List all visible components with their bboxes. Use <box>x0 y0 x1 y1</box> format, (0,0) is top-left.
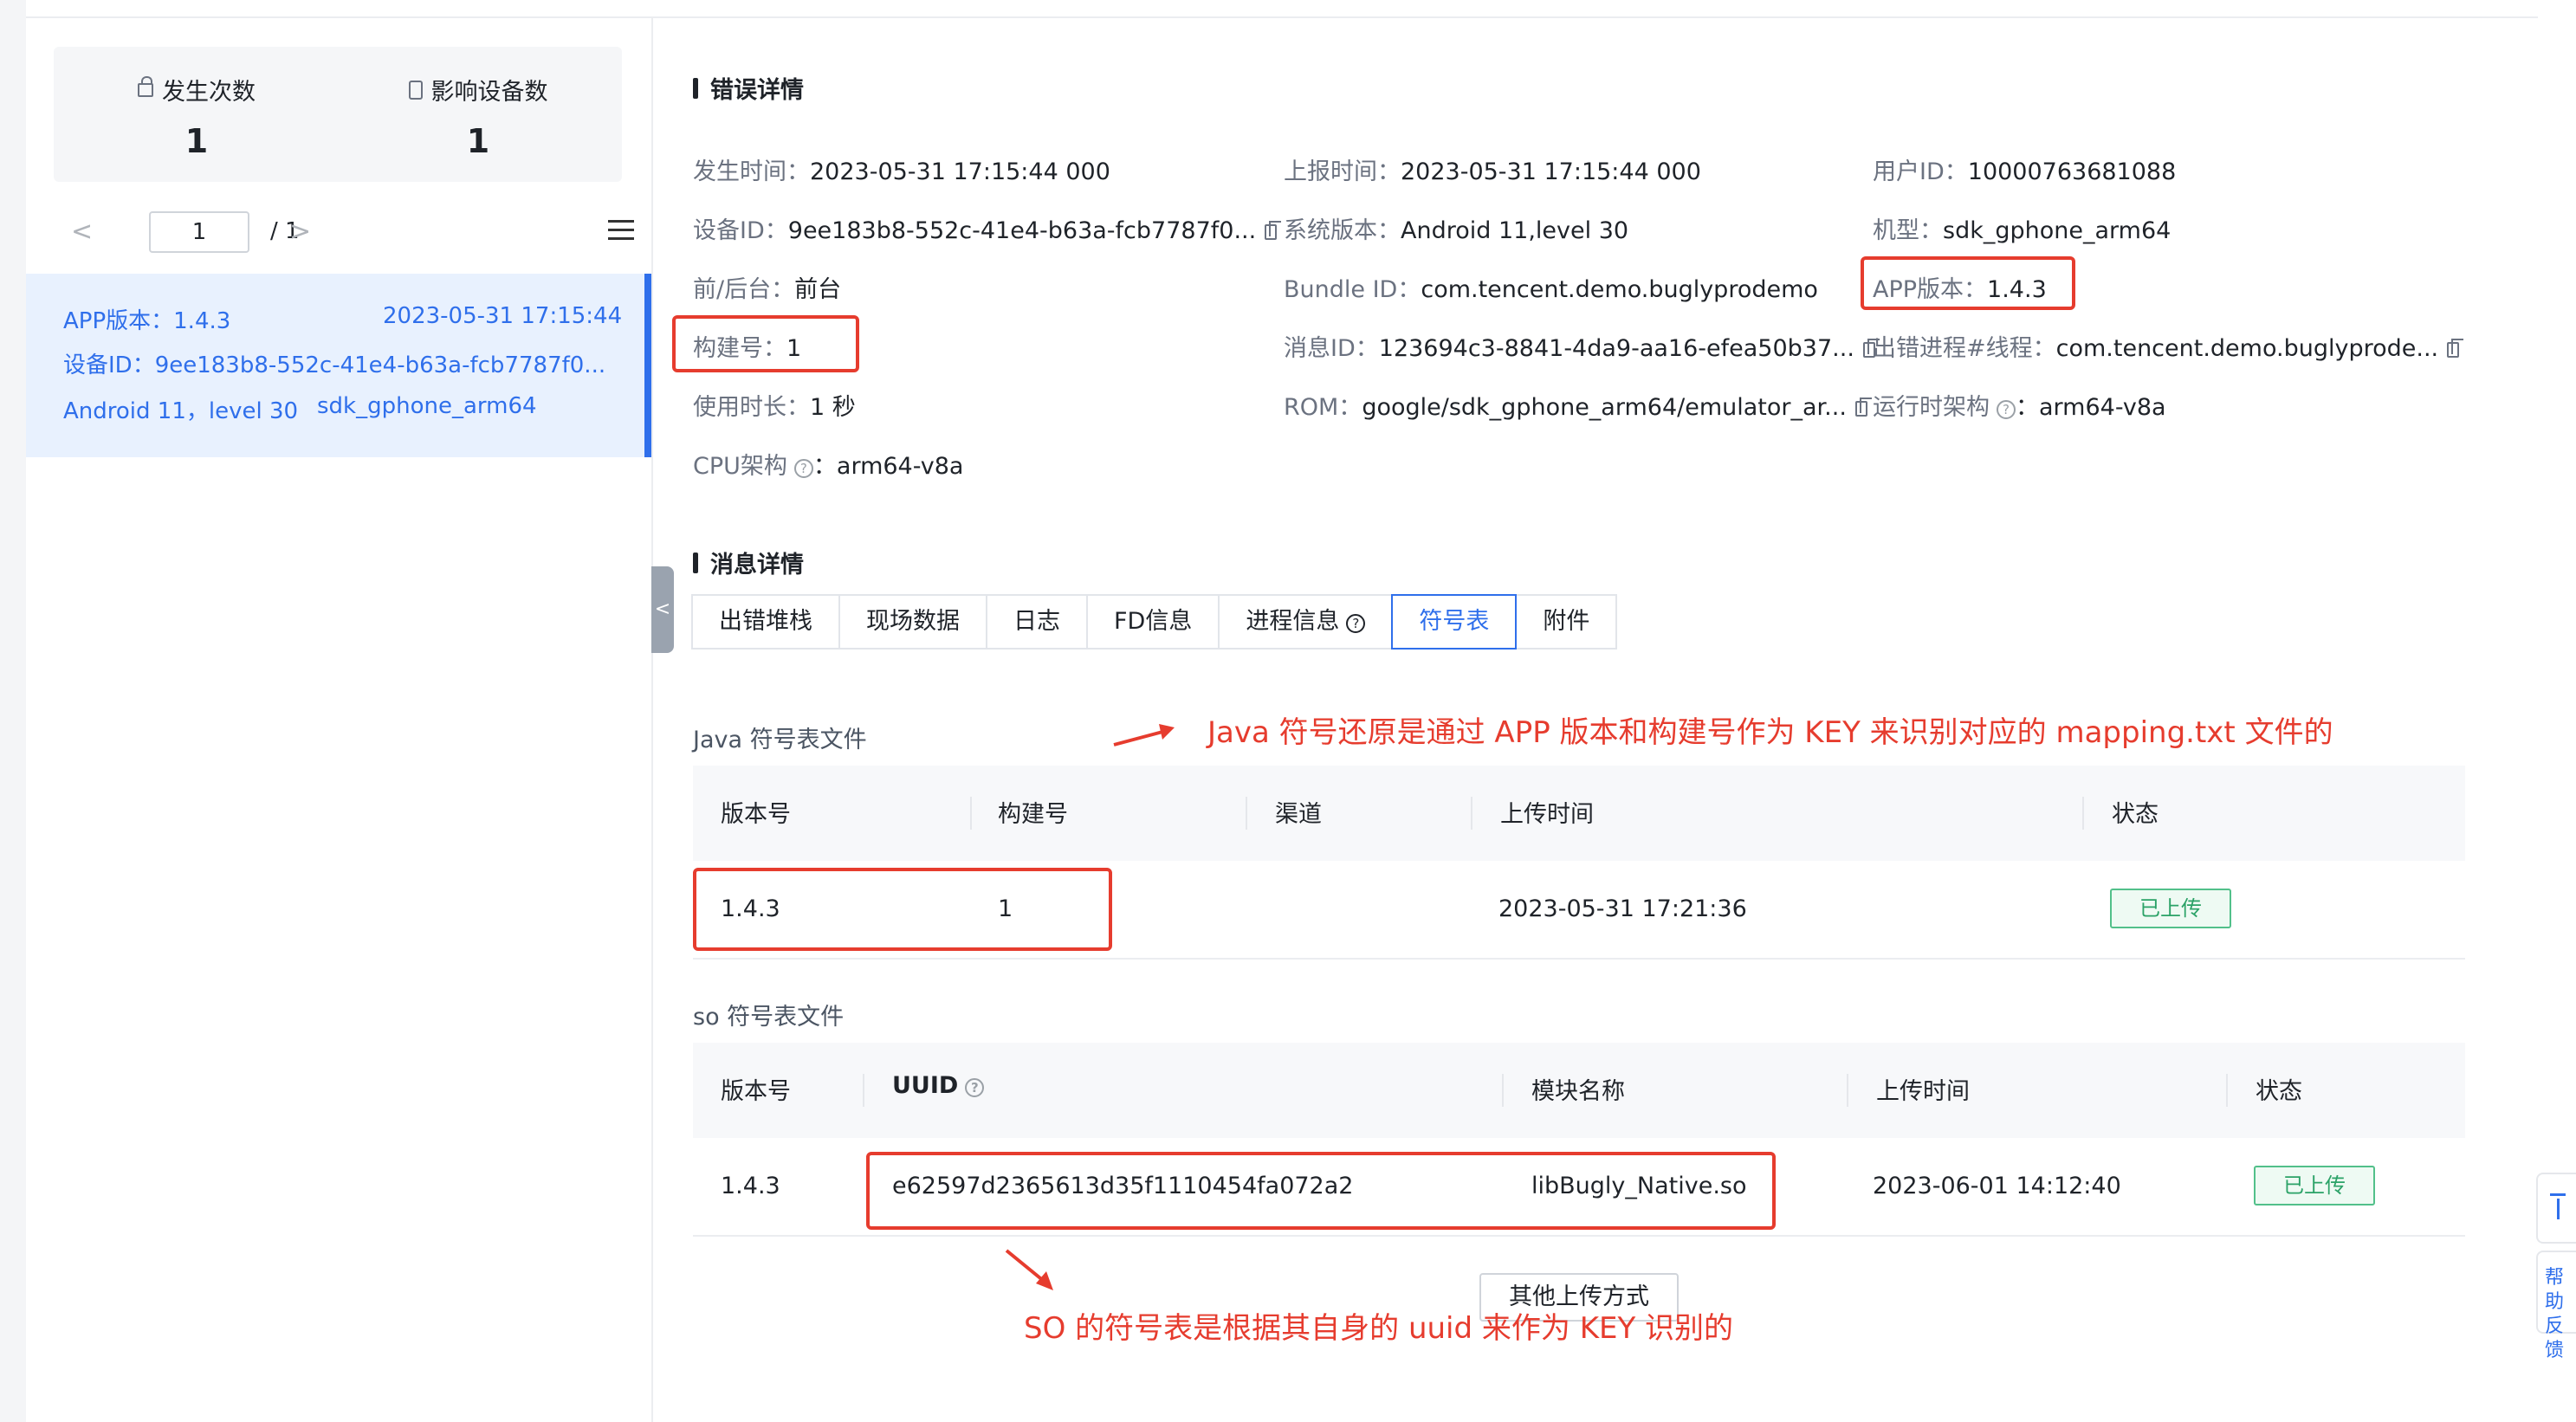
th-version: 版本号 <box>721 801 791 828</box>
th-status: 状态 <box>2256 1078 2302 1105</box>
field-rom: ROM：google/sdk_gphone_arm64/emulator_ar.… <box>1284 388 1872 422</box>
tab-process-info[interactable]: 进程信息? <box>1218 594 1394 650</box>
field-duration: 使用时长：1 秒 <box>693 394 856 421</box>
annotation-arrow-so <box>1005 1249 1053 1290</box>
list-item-crash-record[interactable]: APP版本：1.4.3 2023-05-31 17:15:44 设备ID：9ee… <box>26 274 651 457</box>
cell-version: 1.4.3 <box>721 1173 780 1199</box>
field-os-version: 系统版本：Android 11,level 30 <box>1284 217 1629 244</box>
record-model: sdk_gphone_arm64 <box>317 393 537 419</box>
field-user-id: 用户ID：10000763681088 <box>1873 158 2177 185</box>
record-time: 2023-05-31 17:15:44 <box>383 303 623 329</box>
field-runtime-arch: 运行时架构? ：arm64-v8a <box>1873 394 2166 421</box>
annotation-so: SO 的符号表是根据其自身的 uuid 来作为 KEY 识别的 <box>1024 1311 1734 1346</box>
tab-symbol-table[interactable]: 符号表 <box>1391 594 1518 650</box>
th-build: 构建号 <box>998 801 1068 828</box>
column-separator <box>2082 797 2084 830</box>
stat-value: 1 <box>184 122 209 160</box>
column-separator <box>863 1074 864 1107</box>
annotation-arrow-java <box>1113 724 1175 747</box>
java-table-header: 版本号 构建号 渠道 上传时间 状态 <box>693 766 2465 861</box>
help-icon[interactable]: ? <box>965 1078 985 1097</box>
tab-scene-data[interactable]: 现场数据 <box>838 594 987 650</box>
highlight-build-number <box>672 315 859 372</box>
annotation-java: Java 符号还原是通过 APP 版本和构建号作为 KEY 来识别对应的 map… <box>1207 715 2333 750</box>
record-app-version: APP版本：1.4.3 <box>63 308 231 334</box>
help-icon[interactable]: ? <box>1346 614 1366 633</box>
record-os: Android 11，level 30 <box>63 398 299 424</box>
stat-value: 1 <box>466 122 490 160</box>
pager: < 1 / 1 > <box>54 211 634 255</box>
help-feedback-button[interactable]: 帮助反馈 <box>2536 1251 2576 1361</box>
th-upload-time: 上传时间 <box>1876 1078 1970 1105</box>
th-status: 状态 <box>2112 801 2159 828</box>
list-menu-icon[interactable] <box>608 220 634 241</box>
tab-fd-info[interactable]: FD信息 <box>1086 594 1220 650</box>
next-page-icon[interactable]: > <box>289 217 311 247</box>
highlight-app-version <box>1861 256 2075 310</box>
back-to-top-button[interactable] <box>2536 1173 2576 1244</box>
error-detail-title: 错误详情 <box>693 71 804 105</box>
stat-label: 发生次数 <box>162 79 256 106</box>
th-module: 模块名称 <box>1531 1078 1625 1105</box>
stat-occurrences: 发生次数 1 <box>101 73 292 160</box>
field-cpu-arch: CPU架构? ：arm64-v8a <box>693 453 964 480</box>
arrow-up-icon <box>2550 1193 2566 1219</box>
th-channel: 渠道 <box>1275 801 1322 828</box>
column-separator <box>1471 797 1472 830</box>
column-separator <box>970 797 972 830</box>
copy-icon[interactable] <box>1265 221 1282 240</box>
th-upload-time: 上传时间 <box>1500 801 1594 828</box>
record-device-id: 设备ID：9ee183b8-552c-41e4-b63a-fcb7787f0..… <box>63 352 606 378</box>
cell-upload-time: 2023-06-01 14:12:40 <box>1873 1173 2121 1199</box>
stats-card: 发生次数 1 影响设备数 1 <box>54 47 622 182</box>
th-version: 版本号 <box>721 1078 791 1105</box>
field-model: 机型：sdk_gphone_arm64 <box>1873 217 2171 244</box>
page-input[interactable]: 1 <box>149 211 249 253</box>
copy-icon[interactable] <box>1854 398 1872 417</box>
tab-logs[interactable]: 日志 <box>986 594 1088 650</box>
sidebar-divider <box>651 18 653 1422</box>
column-separator <box>1246 797 1247 830</box>
so-table-header: 版本号 UUID? 模块名称 上传时间 状态 <box>693 1043 2465 1138</box>
phone-icon <box>408 80 423 100</box>
stat-label: 影响设备数 <box>430 79 548 106</box>
message-tabs: 出错堆栈 现场数据 日志 FD信息 进程信息? 符号表 附件 <box>691 594 1618 650</box>
th-uuid: UUID? <box>892 1072 985 1099</box>
field-process-thread: 出错进程#线程：com.tencent.demo.buglyprode... <box>1873 329 2464 363</box>
column-separator <box>1847 1074 1848 1107</box>
help-icon[interactable]: ? <box>793 459 813 478</box>
highlight-java-version-build <box>693 868 1112 951</box>
prev-page-icon[interactable]: < <box>71 217 93 247</box>
highlight-so-uuid-module <box>866 1152 1776 1230</box>
field-report-time: 上报时间：2023-05-31 17:15:44 000 <box>1284 158 1701 185</box>
collapse-sidebar-button[interactable]: < <box>651 566 674 653</box>
status-badge: 已上传 <box>2110 889 2231 928</box>
tab-stack[interactable]: 出错堆栈 <box>691 594 840 650</box>
lock-icon <box>138 75 153 97</box>
page-left-strip <box>0 0 26 1422</box>
tab-attachments[interactable]: 附件 <box>1515 594 1618 650</box>
message-detail-title: 消息详情 <box>693 546 804 579</box>
field-foreground: 前/后台：前台 <box>693 276 842 303</box>
so-symbol-title: so 符号表文件 <box>693 1004 845 1031</box>
column-separator <box>1502 1074 1504 1107</box>
java-symbol-title: Java 符号表文件 <box>693 727 867 753</box>
help-icon[interactable]: ? <box>1997 400 2016 419</box>
column-separator <box>2226 1074 2228 1107</box>
status-badge: 已上传 <box>2254 1166 2375 1205</box>
field-device-id: 设备ID：9ee183b8-552c-41e4-b63a-fcb7787f0..… <box>693 211 1282 245</box>
field-occur-time: 发生时间：2023-05-31 17:15:44 000 <box>693 158 1110 185</box>
field-message-id: 消息ID：123694c3-8841-4da9-aa16-efea50b37..… <box>1284 329 1880 363</box>
field-bundle-id: Bundle ID：com.tencent.demo.buglyprodemo <box>1284 276 1818 303</box>
stat-affected-devices: 影响设备数 1 <box>383 73 573 160</box>
copy-icon[interactable] <box>2447 339 2464 358</box>
cell-upload-time: 2023-05-31 17:21:36 <box>1498 895 1747 922</box>
